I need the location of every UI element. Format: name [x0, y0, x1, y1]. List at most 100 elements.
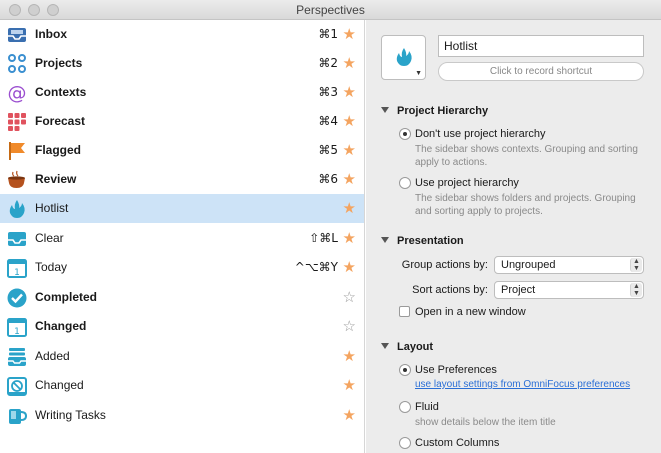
perspective-row-inbox[interactable]: Inbox ⌘1 ★: [0, 20, 364, 49]
window-title: Perspectives: [296, 3, 365, 17]
perspective-label: Hotlist: [35, 201, 69, 215]
record-shortcut-field[interactable]: Click to record shortcut: [438, 62, 644, 81]
perspective-label: Added: [35, 349, 70, 363]
perspective-row-writing-tasks[interactable]: Writing Tasks ★: [0, 401, 364, 430]
perspective-label: Review: [35, 172, 77, 186]
no-sign-tray-icon: [7, 377, 27, 396]
hotlist-flame-icon: [396, 48, 412, 66]
title-bar: Perspectives: [0, 0, 661, 20]
perspective-label: Inbox: [35, 27, 67, 41]
favorite-star-icon[interactable]: ★: [343, 258, 356, 276]
description-line: The sidebar shows contexts. Grouping and…: [415, 144, 638, 155]
forecast-icon: [8, 113, 26, 131]
presentation-section[interactable]: Presentation: [381, 235, 464, 247]
radio-button[interactable]: [399, 437, 411, 449]
option-description: The sidebar shows contexts. Grouping and…: [415, 143, 651, 169]
perspective-label: Changed: [35, 378, 84, 392]
favorite-star-icon[interactable]: ★: [343, 54, 356, 72]
inbox-icon: [8, 28, 26, 42]
perspective-row-review[interactable]: Review ⌘6 ★: [0, 165, 364, 194]
favorite-star-icon[interactable]: ★: [343, 25, 356, 43]
sort-actions-select[interactable]: Project ▲ ▼: [494, 281, 644, 299]
projects-icon: [8, 54, 26, 73]
perspective-shortcut: ⌘5: [318, 143, 338, 157]
updown-arrows-icon: ▲ ▼: [630, 283, 642, 297]
radio-button-selected[interactable]: [399, 364, 411, 376]
sort-actions-label: Sort actions by:: [412, 284, 488, 296]
perspective-shortcut: ⌘2: [318, 56, 338, 70]
checkbox[interactable]: [399, 306, 410, 317]
option-description: The sidebar shows folders and projects. …: [415, 192, 651, 218]
radio-label: Use Preferences: [415, 364, 497, 376]
group-actions-select[interactable]: Ungrouped ▲ ▼: [494, 256, 644, 274]
disclosure-triangle-icon: [381, 107, 389, 113]
review-icon: [8, 170, 25, 188]
perspective-row-clear[interactable]: Clear ⇧⌘L ★: [0, 224, 364, 253]
checkbox-label: Open in a new window: [415, 306, 526, 318]
favorite-star-icon[interactable]: ★: [343, 141, 356, 159]
perspective-label: Today: [35, 260, 68, 274]
favorite-star-icon[interactable]: ★: [343, 83, 356, 101]
radio-label: Use project hierarchy: [415, 177, 519, 189]
perspective-label: Flagged: [35, 143, 82, 157]
project-hierarchy-section[interactable]: Project Hierarchy: [381, 105, 488, 117]
section-title: Project Hierarchy: [397, 105, 489, 117]
perspective-row-flagged[interactable]: Flagged ⌘5 ★: [0, 136, 364, 165]
section-title: Presentation: [397, 235, 464, 247]
perspective-shortcut: ⇧⌘L: [309, 231, 338, 245]
disclosure-triangle-icon: [381, 237, 389, 243]
perspective-row-projects[interactable]: Projects ⌘2 ★: [0, 49, 364, 78]
perspective-label: Changed: [35, 319, 87, 333]
contexts-icon: @: [8, 82, 27, 104]
perspectives-window: Perspectives Inbox ⌘1 ★ Projects ⌘2 ★ @ …: [0, 0, 661, 453]
perspective-row-today[interactable]: 1 Today ^⌥⌘Y ★: [0, 253, 364, 282]
radio-button[interactable]: [399, 177, 411, 189]
perspective-editor-panel: ▼ Click to record shortcut Project Hiera…: [366, 20, 661, 453]
favorite-star-icon[interactable]: ★: [343, 406, 356, 424]
group-actions-label: Group actions by:: [401, 259, 488, 271]
favorite-star-icon[interactable]: ★: [343, 229, 356, 247]
calendar-icon: 1: [7, 259, 27, 278]
flag-icon: [9, 142, 25, 160]
disclosure-triangle-icon: [381, 343, 389, 349]
layout-preferences-link[interactable]: use layout settings from OmniFocus prefe…: [415, 379, 630, 390]
layout-section[interactable]: Layout: [381, 341, 433, 353]
radio-button[interactable]: [399, 401, 411, 413]
perspective-row-hotlist[interactable]: Hotlist ★: [0, 194, 364, 223]
perspective-row-contexts[interactable]: @ Contexts ⌘3 ★: [0, 78, 364, 107]
calendar-icon: 1: [7, 318, 27, 337]
updown-arrows-icon: ▲ ▼: [630, 258, 642, 272]
favorite-star-outline-icon[interactable]: ☆: [343, 288, 356, 306]
perspective-label: Forecast: [35, 114, 86, 128]
favorite-star-icon[interactable]: ★: [343, 376, 356, 394]
option-description: show details below the item title: [415, 417, 556, 428]
description-line: The sidebar shows folders and projects. …: [415, 193, 636, 204]
radio-label: Don't use project hierarchy: [415, 128, 546, 140]
perspective-name-field[interactable]: [438, 35, 644, 57]
perspective-label: Clear: [35, 231, 64, 245]
svg-text:1: 1: [14, 327, 20, 337]
favorite-star-outline-icon[interactable]: ☆: [343, 317, 356, 335]
perspective-shortcut: ^⌥⌘Y: [294, 260, 338, 274]
favorite-star-icon[interactable]: ★: [343, 347, 356, 365]
radio-label: Fluid: [415, 401, 439, 413]
radio-button-selected[interactable]: [399, 128, 411, 140]
perspective-row-completed[interactable]: Completed ☆: [0, 283, 364, 312]
clear-tray-icon: [8, 232, 26, 246]
perspective-row-forecast[interactable]: Forecast ⌘4 ★: [0, 107, 364, 136]
hotlist-flame-icon: [9, 200, 25, 218]
checkmark-icon: [7, 288, 27, 308]
stack-tray-icon: [8, 348, 26, 366]
perspectives-list: Inbox ⌘1 ★ Projects ⌘2 ★ @ Contexts ⌘3 ★: [0, 20, 365, 453]
perspective-row-changed[interactable]: 1 Changed ☆: [0, 312, 364, 341]
chevron-down-icon: ▼: [415, 70, 422, 77]
favorite-star-icon[interactable]: ★: [343, 199, 356, 217]
favorite-star-icon[interactable]: ★: [343, 112, 356, 130]
select-value: Ungrouped: [501, 259, 556, 271]
section-title: Layout: [397, 341, 434, 353]
select-value: Project: [501, 284, 536, 296]
perspective-row-added[interactable]: Added ★: [0, 342, 364, 371]
perspective-icon-picker[interactable]: ▼: [381, 35, 426, 80]
favorite-star-icon[interactable]: ★: [343, 170, 356, 188]
perspective-row-changed-2[interactable]: Changed ★: [0, 371, 364, 400]
